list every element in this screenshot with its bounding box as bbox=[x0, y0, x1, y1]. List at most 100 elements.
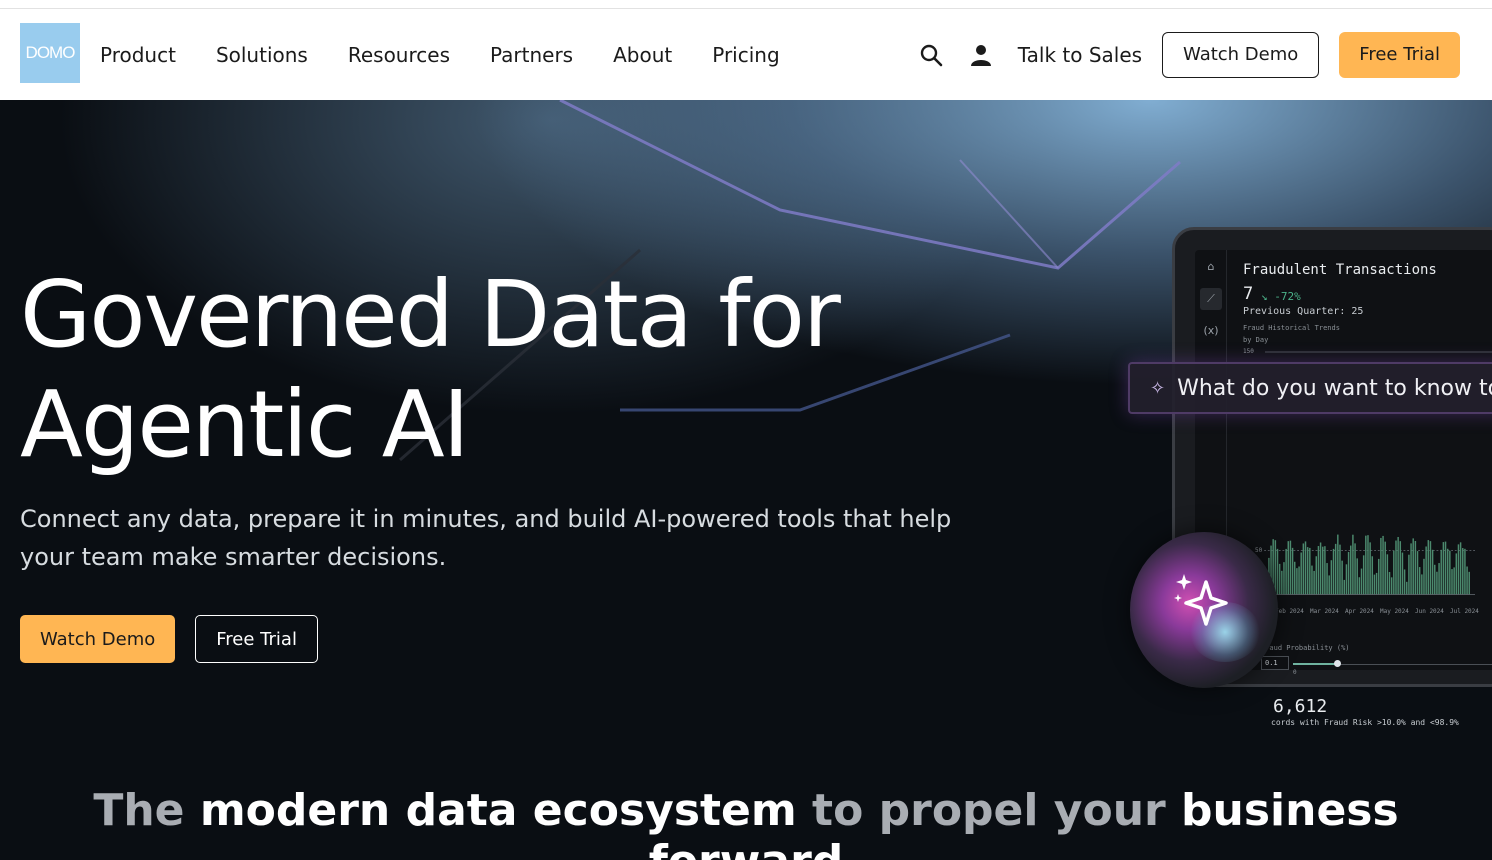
chart-bar bbox=[1403, 569, 1406, 595]
chart-bar bbox=[1384, 541, 1386, 595]
chart-bar bbox=[1289, 540, 1292, 595]
chart-bar bbox=[1294, 561, 1296, 595]
ai-prompt-text: What do you want to know tod bbox=[1177, 375, 1492, 401]
chart-bar bbox=[1446, 548, 1449, 595]
chart-bar bbox=[1300, 552, 1302, 595]
records-count: 6,612 bbox=[1273, 696, 1328, 717]
chart-bar bbox=[1386, 554, 1389, 595]
chart-bar bbox=[1373, 574, 1376, 595]
chart-bar bbox=[1453, 567, 1455, 595]
chart-bar bbox=[1358, 577, 1361, 595]
chart-bar bbox=[1455, 553, 1458, 595]
chart-bar bbox=[1304, 541, 1307, 595]
main-menu: Product Solutions Resources Partners Abo… bbox=[100, 9, 820, 100]
tagline-part-2: modern data ecosystem bbox=[199, 785, 797, 836]
chart-bar bbox=[1375, 572, 1378, 595]
chart-bar bbox=[1341, 560, 1343, 595]
nav-partners[interactable]: Partners bbox=[490, 43, 573, 67]
chart-bar bbox=[1399, 541, 1402, 595]
variable-icon: (x) bbox=[1203, 324, 1219, 337]
nav-about[interactable]: About bbox=[613, 43, 672, 67]
fraud-probability-handle[interactable] bbox=[1334, 660, 1341, 667]
chart-bar bbox=[1388, 571, 1391, 595]
records-caption: cords with Fraud Risk >10.0% and <98.9% bbox=[1271, 718, 1459, 727]
chart-bar bbox=[1315, 556, 1318, 595]
chart-bar bbox=[1345, 564, 1348, 595]
nav-watch-demo-button[interactable]: Watch Demo bbox=[1162, 31, 1320, 78]
chart-bar bbox=[1311, 565, 1313, 595]
chart-bar bbox=[1438, 563, 1440, 595]
chart-bar bbox=[1319, 542, 1322, 595]
chart-bar bbox=[1309, 547, 1311, 595]
chart-bar bbox=[1296, 568, 1298, 595]
chart-bar bbox=[1330, 560, 1333, 595]
chart-bar bbox=[1350, 545, 1352, 595]
chart-bar bbox=[1306, 547, 1309, 595]
chart-bar bbox=[1324, 546, 1326, 595]
chart-bar bbox=[1360, 568, 1363, 595]
nav-actions: Talk to Sales Watch Demo Free Trial bbox=[918, 9, 1460, 100]
chart-bar bbox=[1440, 549, 1442, 595]
chart-bar bbox=[1281, 570, 1283, 595]
chart-bar bbox=[1412, 538, 1414, 595]
hero-buttons: Watch Demo Free Trial bbox=[20, 615, 318, 663]
chart-bar bbox=[1462, 548, 1464, 595]
chart-bar bbox=[1285, 548, 1287, 595]
chart-bar bbox=[1313, 570, 1315, 595]
chart-bar bbox=[1436, 571, 1438, 595]
hero-watch-demo-button[interactable]: Watch Demo bbox=[20, 615, 176, 663]
user-account-icon[interactable] bbox=[968, 42, 994, 68]
hero-title-line-1: Governed Data for bbox=[20, 261, 841, 368]
chart-bar bbox=[1298, 566, 1300, 595]
chart-bar bbox=[1418, 567, 1421, 595]
chart-bar bbox=[1459, 542, 1462, 595]
chart-bar bbox=[1328, 575, 1330, 595]
nav-solutions[interactable]: Solutions bbox=[216, 43, 308, 67]
chart-bar bbox=[1464, 548, 1466, 595]
hero-section: Governed Data for Agentic AI Connect any… bbox=[0, 100, 1492, 860]
hero-subtitle: Connect any data, prepare it in minutes,… bbox=[20, 505, 952, 571]
ai-sparkle-icon bbox=[1174, 574, 1228, 626]
ai-prompt-input[interactable]: ✧ What do you want to know tod bbox=[1128, 362, 1492, 414]
chart-bar bbox=[1356, 558, 1358, 595]
chart-bar bbox=[1302, 543, 1305, 595]
chart-bar bbox=[1421, 574, 1423, 595]
nav-pricing[interactable]: Pricing bbox=[712, 43, 779, 67]
fraud-probability-label: Fraud Probability (%) bbox=[1261, 644, 1350, 652]
search-icon[interactable] bbox=[918, 42, 944, 68]
nav-resources[interactable]: Resources bbox=[348, 43, 450, 67]
ai-assistant-orb[interactable] bbox=[1130, 532, 1278, 688]
chart-bar bbox=[1423, 558, 1425, 595]
chart-bar bbox=[1410, 543, 1412, 595]
chart-bar bbox=[1451, 569, 1453, 595]
hero-free-trial-button[interactable]: Free Trial bbox=[195, 615, 318, 663]
chart-bar bbox=[1378, 558, 1380, 595]
tagline: The modern data ecosystem to propel your… bbox=[0, 785, 1492, 860]
top-navigation: DOMO Product Solutions Resources Partner… bbox=[0, 9, 1492, 100]
trend-label: Fraud Historical Trends bbox=[1243, 324, 1340, 332]
hero-title-line-2: Agentic AI bbox=[20, 371, 470, 478]
chart-bar bbox=[1362, 555, 1365, 595]
slider-min-label: 0 bbox=[1293, 669, 1297, 676]
hero-title: Governed Data for Agentic AI bbox=[20, 260, 920, 480]
chart-bar bbox=[1343, 579, 1346, 595]
chart-bar bbox=[1449, 550, 1451, 595]
nav-free-trial-button[interactable]: Free Trial bbox=[1339, 31, 1460, 78]
chart-bar bbox=[1416, 551, 1419, 595]
chart-bar bbox=[1429, 541, 1432, 595]
chart-bar bbox=[1365, 535, 1367, 595]
x-tick-label: Feb 2024 bbox=[1275, 608, 1304, 615]
chart-bar bbox=[1466, 566, 1468, 595]
fraud-probability-input[interactable]: 0.1 bbox=[1261, 656, 1289, 670]
chart-bar bbox=[1434, 564, 1436, 595]
nav-product[interactable]: Product bbox=[100, 43, 176, 67]
previous-quarter: Previous Quarter: 25 bbox=[1243, 306, 1364, 317]
x-tick-label: Mar 2024 bbox=[1310, 608, 1339, 615]
chart-bar bbox=[1332, 548, 1335, 595]
chart-bar bbox=[1427, 540, 1430, 595]
talk-to-sales-link[interactable]: Talk to Sales bbox=[1018, 43, 1142, 67]
chart-bar bbox=[1382, 535, 1384, 595]
domo-logo[interactable]: DOMO bbox=[20, 23, 80, 83]
chart-bar bbox=[1380, 537, 1382, 595]
fraud-delta: ↘ -72% bbox=[1261, 290, 1301, 303]
